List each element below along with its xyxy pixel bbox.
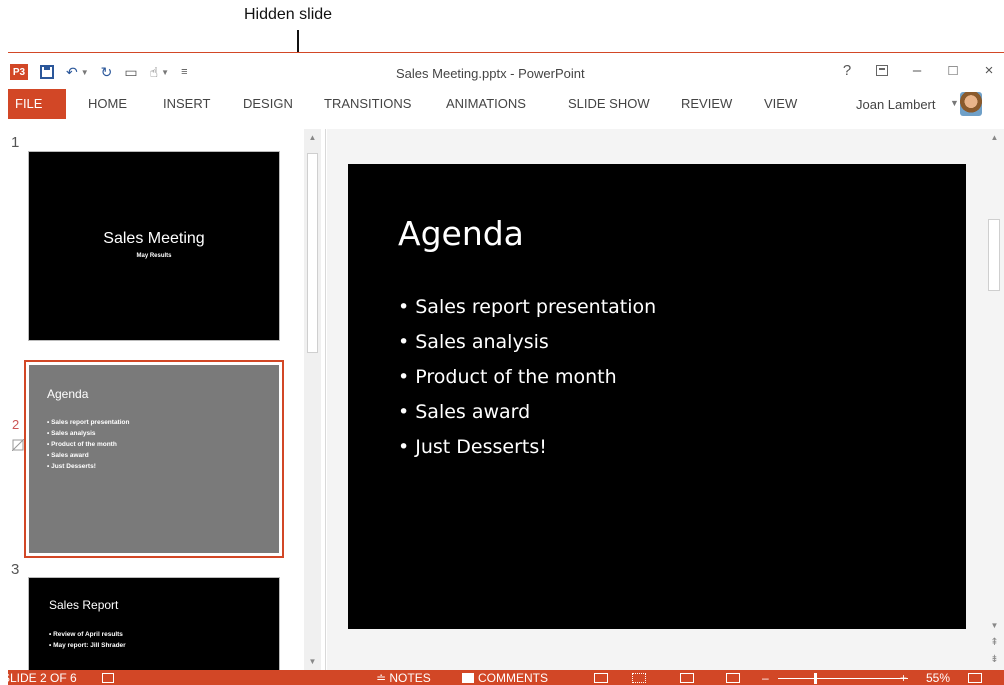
slide-sorter-icon[interactable] bbox=[632, 673, 646, 683]
tab-file[interactable]: FILE bbox=[8, 89, 66, 119]
list-item: • Sales award bbox=[47, 452, 89, 459]
undo-dropdown-icon[interactable]: ▼ bbox=[81, 63, 89, 81]
customize-qat-icon[interactable]: ≡ bbox=[181, 63, 187, 81]
tab-home[interactable]: HOME bbox=[88, 89, 127, 119]
comments-button[interactable]: COMMENTS bbox=[478, 671, 548, 685]
slide-bullet-list[interactable]: • Sales report presentation • Sales anal… bbox=[398, 290, 656, 465]
close-icon[interactable]: × bbox=[982, 62, 996, 79]
tab-insert[interactable]: INSERT bbox=[163, 89, 210, 119]
title-bar: P3 ↶ ▼ ↻ ▭ ☝ ▼ ≡ Sales Meeting.pptx - Po… bbox=[8, 53, 1004, 89]
slide-show-view-icon[interactable] bbox=[726, 673, 740, 683]
hidden-slide-icon bbox=[12, 439, 24, 451]
thumbnail-title: Sales Report bbox=[49, 598, 119, 612]
tab-view[interactable]: VIEW bbox=[764, 89, 797, 119]
list-item: • May report: Jill Shrader bbox=[49, 642, 126, 649]
tab-slide-show[interactable]: SLIDE SHOW bbox=[568, 89, 650, 119]
slide-thumbnail-pane: 1 Sales Meeting May Results 2 Agenda • S… bbox=[8, 129, 326, 685]
thumbnail-title: Sales Meeting bbox=[103, 230, 205, 247]
user-name[interactable]: Joan Lambert bbox=[856, 97, 936, 112]
zoom-out-icon[interactable]: – bbox=[762, 671, 769, 685]
scrollbar-thumb[interactable] bbox=[307, 153, 318, 353]
normal-view-icon[interactable] bbox=[594, 673, 608, 683]
list-item: • Review of April results bbox=[49, 631, 123, 638]
start-from-beginning-icon[interactable]: ▭ bbox=[124, 63, 137, 81]
touch-mode-dropdown-icon[interactable]: ▼ bbox=[161, 63, 169, 81]
slide-thumbnail-3[interactable]: Sales Report • Review of April results •… bbox=[28, 577, 280, 685]
fit-slide-icon[interactable] bbox=[968, 673, 982, 683]
zoom-slider[interactable] bbox=[778, 678, 908, 679]
slide-indicator: SLIDE 2 OF 6 bbox=[8, 671, 77, 685]
spelling-check-icon[interactable] bbox=[102, 673, 114, 683]
window-title: Sales Meeting.pptx - PowerPoint bbox=[396, 66, 585, 81]
slide-thumbnail-2[interactable]: Agenda • Sales report presentation • Sal… bbox=[24, 360, 284, 558]
scroll-up-icon[interactable]: ▲ bbox=[304, 129, 321, 146]
help-icon[interactable]: ? bbox=[840, 62, 854, 79]
callout-label: Hidden slide bbox=[244, 6, 333, 23]
notes-button[interactable]: ≐ NOTES bbox=[376, 671, 431, 685]
list-item: • Sales award bbox=[398, 401, 531, 423]
reading-view-icon[interactable] bbox=[680, 673, 694, 683]
list-item: • Sales report presentation bbox=[398, 296, 657, 318]
thumbnail-number: 3 bbox=[11, 561, 20, 578]
scroll-down-icon[interactable]: ▼ bbox=[304, 653, 321, 670]
thumbnail-number: 1 bbox=[11, 134, 20, 151]
thumbnail-bullet-list: • Review of April results • May report: … bbox=[49, 629, 126, 651]
thumbnail-number: 2 bbox=[12, 417, 20, 432]
previous-slide-icon[interactable]: ⇞ bbox=[986, 634, 1003, 651]
comments-icon[interactable] bbox=[462, 673, 474, 683]
maximize-icon[interactable]: □ bbox=[946, 62, 960, 79]
save-icon[interactable] bbox=[40, 65, 54, 79]
slide-scrollbar[interactable]: ▲ ▼ ⇞ ⇟ bbox=[984, 129, 1004, 670]
thumbnail-title: Agenda bbox=[47, 387, 89, 401]
thumbnail-scrollbar[interactable]: ▲ ▼ bbox=[304, 129, 321, 670]
thumbnail-bullet-list: • Sales report presentation • Sales anal… bbox=[47, 417, 129, 472]
list-item: • Sales analysis bbox=[398, 331, 549, 353]
status-bar: SLIDE 2 OF 6 ≐ NOTES COMMENTS – + 55% bbox=[8, 670, 1004, 685]
undo-icon[interactable]: ↶ bbox=[66, 63, 78, 81]
powerpoint-window: P3 ↶ ▼ ↻ ▭ ☝ ▼ ≡ Sales Meeting.pptx - Po… bbox=[8, 52, 1004, 685]
list-item: • Just Desserts! bbox=[47, 463, 96, 470]
slide-thumbnail-1[interactable]: Sales Meeting May Results bbox=[28, 151, 280, 341]
zoom-slider-handle[interactable] bbox=[814, 673, 817, 684]
touch-mode-icon[interactable]: ☝ bbox=[150, 63, 159, 81]
thumbnail-subtitle: May Results bbox=[136, 253, 172, 259]
tab-transitions[interactable]: TRANSITIONS bbox=[324, 89, 411, 119]
redo-icon[interactable]: ↻ bbox=[101, 63, 113, 81]
ribbon-display-options-icon[interactable] bbox=[876, 65, 888, 76]
scroll-up-icon[interactable]: ▲ bbox=[986, 129, 1003, 146]
list-item: • Product of the month bbox=[47, 441, 117, 448]
slide-title[interactable]: Agenda bbox=[398, 214, 524, 253]
zoom-in-icon[interactable]: + bbox=[900, 671, 907, 685]
user-dropdown-icon[interactable]: ▼ bbox=[950, 98, 959, 108]
next-slide-icon[interactable]: ⇟ bbox=[986, 651, 1003, 668]
quick-access-toolbar: P3 ↶ ▼ ↻ ▭ ☝ ▼ ≡ bbox=[10, 63, 188, 81]
powerpoint-logo-icon[interactable]: P3 bbox=[10, 64, 28, 80]
list-item: • Sales analysis bbox=[47, 430, 96, 437]
tab-animations[interactable]: ANIMATIONS bbox=[446, 89, 526, 119]
scroll-down-icon[interactable]: ▼ bbox=[986, 617, 1003, 634]
zoom-level[interactable]: 55% bbox=[926, 671, 950, 685]
slide-edit-pane: Agenda • Sales report presentation • Sal… bbox=[327, 129, 1004, 670]
avatar[interactable] bbox=[960, 92, 982, 116]
tab-design[interactable]: DESIGN bbox=[243, 89, 293, 119]
list-item: • Product of the month bbox=[398, 366, 617, 388]
tab-review[interactable]: REVIEW bbox=[681, 89, 732, 119]
scrollbar-thumb[interactable] bbox=[988, 219, 1000, 291]
list-item: • Sales report presentation bbox=[47, 419, 130, 426]
list-item: • Just Desserts! bbox=[398, 436, 547, 458]
main-slide[interactable]: Agenda • Sales report presentation • Sal… bbox=[348, 164, 966, 629]
ribbon-tabs: FILE HOME INSERT DESIGN TRANSITIONS ANIM… bbox=[8, 89, 1004, 119]
minimize-icon[interactable]: – bbox=[910, 62, 924, 79]
window-controls: ? – □ × bbox=[840, 62, 996, 79]
